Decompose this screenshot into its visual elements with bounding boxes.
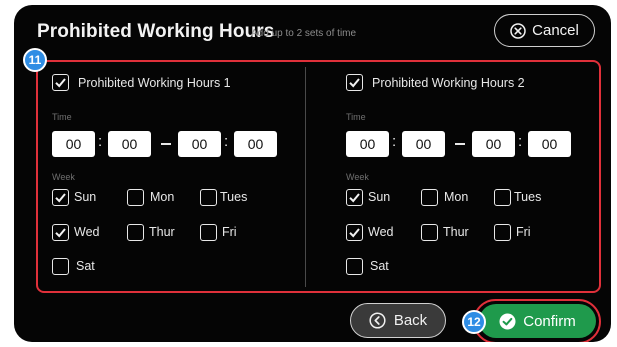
set-2-day-sat-label: Sat — [370, 259, 389, 273]
set-1-enable-checkbox[interactable] — [52, 74, 69, 91]
time-set-2: Prohibited Working Hours 2 Time 00 : 00 … — [344, 5, 604, 342]
set-1-day-tues-label: Tues — [220, 190, 248, 204]
set-1-range-dash — [161, 143, 171, 145]
set-2-time-label: Time — [346, 112, 366, 122]
set-2-week-label: Week — [346, 172, 369, 182]
set-1-end-hour[interactable]: 00 — [178, 131, 221, 157]
set-2-enable-checkbox[interactable] — [346, 74, 363, 91]
set-1-day-sun-label: Sun — [74, 190, 97, 204]
set-1-end-minute[interactable]: 00 — [234, 131, 277, 157]
set-1-day-sat-label: Sat — [76, 259, 95, 273]
callout-badge-panel: 11 — [23, 48, 47, 72]
check-icon — [349, 78, 360, 88]
check-icon — [349, 228, 360, 238]
confirm-button[interactable]: Confirm — [479, 304, 596, 338]
set-2-start-minute[interactable]: 00 — [402, 131, 445, 157]
set-2-day-sun-label: Sun — [368, 190, 391, 204]
set-1-day-mon-checkbox[interactable] — [127, 189, 144, 206]
set-1-day-sun-checkbox[interactable] — [52, 189, 69, 206]
set-2-day-sat-checkbox[interactable] — [346, 258, 363, 275]
set-1-end-colon: : — [224, 133, 229, 150]
set-1-time-label: Time — [52, 112, 72, 122]
set-1-day-fri-checkbox[interactable] — [200, 224, 217, 241]
set-2-end-hour[interactable]: 00 — [472, 131, 515, 157]
set-1-start-minute[interactable]: 00 — [108, 131, 151, 157]
set-1-start-colon: : — [98, 133, 103, 150]
set-2-start-hour[interactable]: 00 — [346, 131, 389, 157]
set-2-label: Prohibited Working Hours 2 — [372, 76, 525, 90]
set-2-day-thur-checkbox[interactable] — [421, 224, 438, 241]
set-2-range-dash — [455, 143, 465, 145]
set-2-day-fri-label: Fri — [516, 225, 531, 239]
check-circle-icon — [499, 313, 516, 329]
callout-badge-confirm: 12 — [462, 310, 486, 334]
set-2-day-fri-checkbox[interactable] — [494, 224, 511, 241]
set-2-day-mon-checkbox[interactable] — [421, 189, 438, 206]
set-2-end-minute[interactable]: 00 — [528, 131, 571, 157]
set-1-day-sat-checkbox[interactable] — [52, 258, 69, 275]
set-2-start-colon: : — [392, 133, 397, 150]
set-2-day-tues-label: Tues — [514, 190, 542, 204]
set-1-day-fri-label: Fri — [222, 225, 237, 239]
set-1-day-mon-label: Mon — [150, 190, 175, 204]
confirm-label: Confirm — [523, 312, 576, 330]
set-1-day-wed-checkbox[interactable] — [52, 224, 69, 241]
set-2-day-thur-label: Thur — [443, 225, 469, 239]
back-label: Back — [393, 312, 428, 329]
set-2-day-wed-label: Wed — [368, 225, 394, 239]
set-2-day-sun-checkbox[interactable] — [346, 189, 363, 206]
time-set-1: Prohibited Working Hours 1 Time 00 : 00 … — [50, 5, 310, 342]
settings-dialog: Prohibited Working Hours Add up to 2 set… — [14, 5, 611, 342]
back-arrow-icon — [369, 312, 386, 329]
check-icon — [55, 193, 66, 203]
set-1-label: Prohibited Working Hours 1 — [78, 76, 231, 90]
set-1-day-thur-checkbox[interactable] — [127, 224, 144, 241]
check-icon — [349, 193, 360, 203]
set-2-end-colon: : — [518, 133, 523, 150]
set-1-day-thur-label: Thur — [149, 225, 175, 239]
set-1-day-tues-checkbox[interactable] — [200, 189, 217, 206]
set-2-day-wed-checkbox[interactable] — [346, 224, 363, 241]
set-1-day-wed-label: Wed — [74, 225, 100, 239]
back-button[interactable]: Back — [350, 303, 446, 338]
set-2-day-tues-checkbox[interactable] — [494, 189, 511, 206]
set-2-day-mon-label: Mon — [444, 190, 469, 204]
check-icon — [55, 228, 66, 238]
set-1-week-label: Week — [52, 172, 75, 182]
check-icon — [55, 78, 66, 88]
set-1-start-hour[interactable]: 00 — [52, 131, 95, 157]
